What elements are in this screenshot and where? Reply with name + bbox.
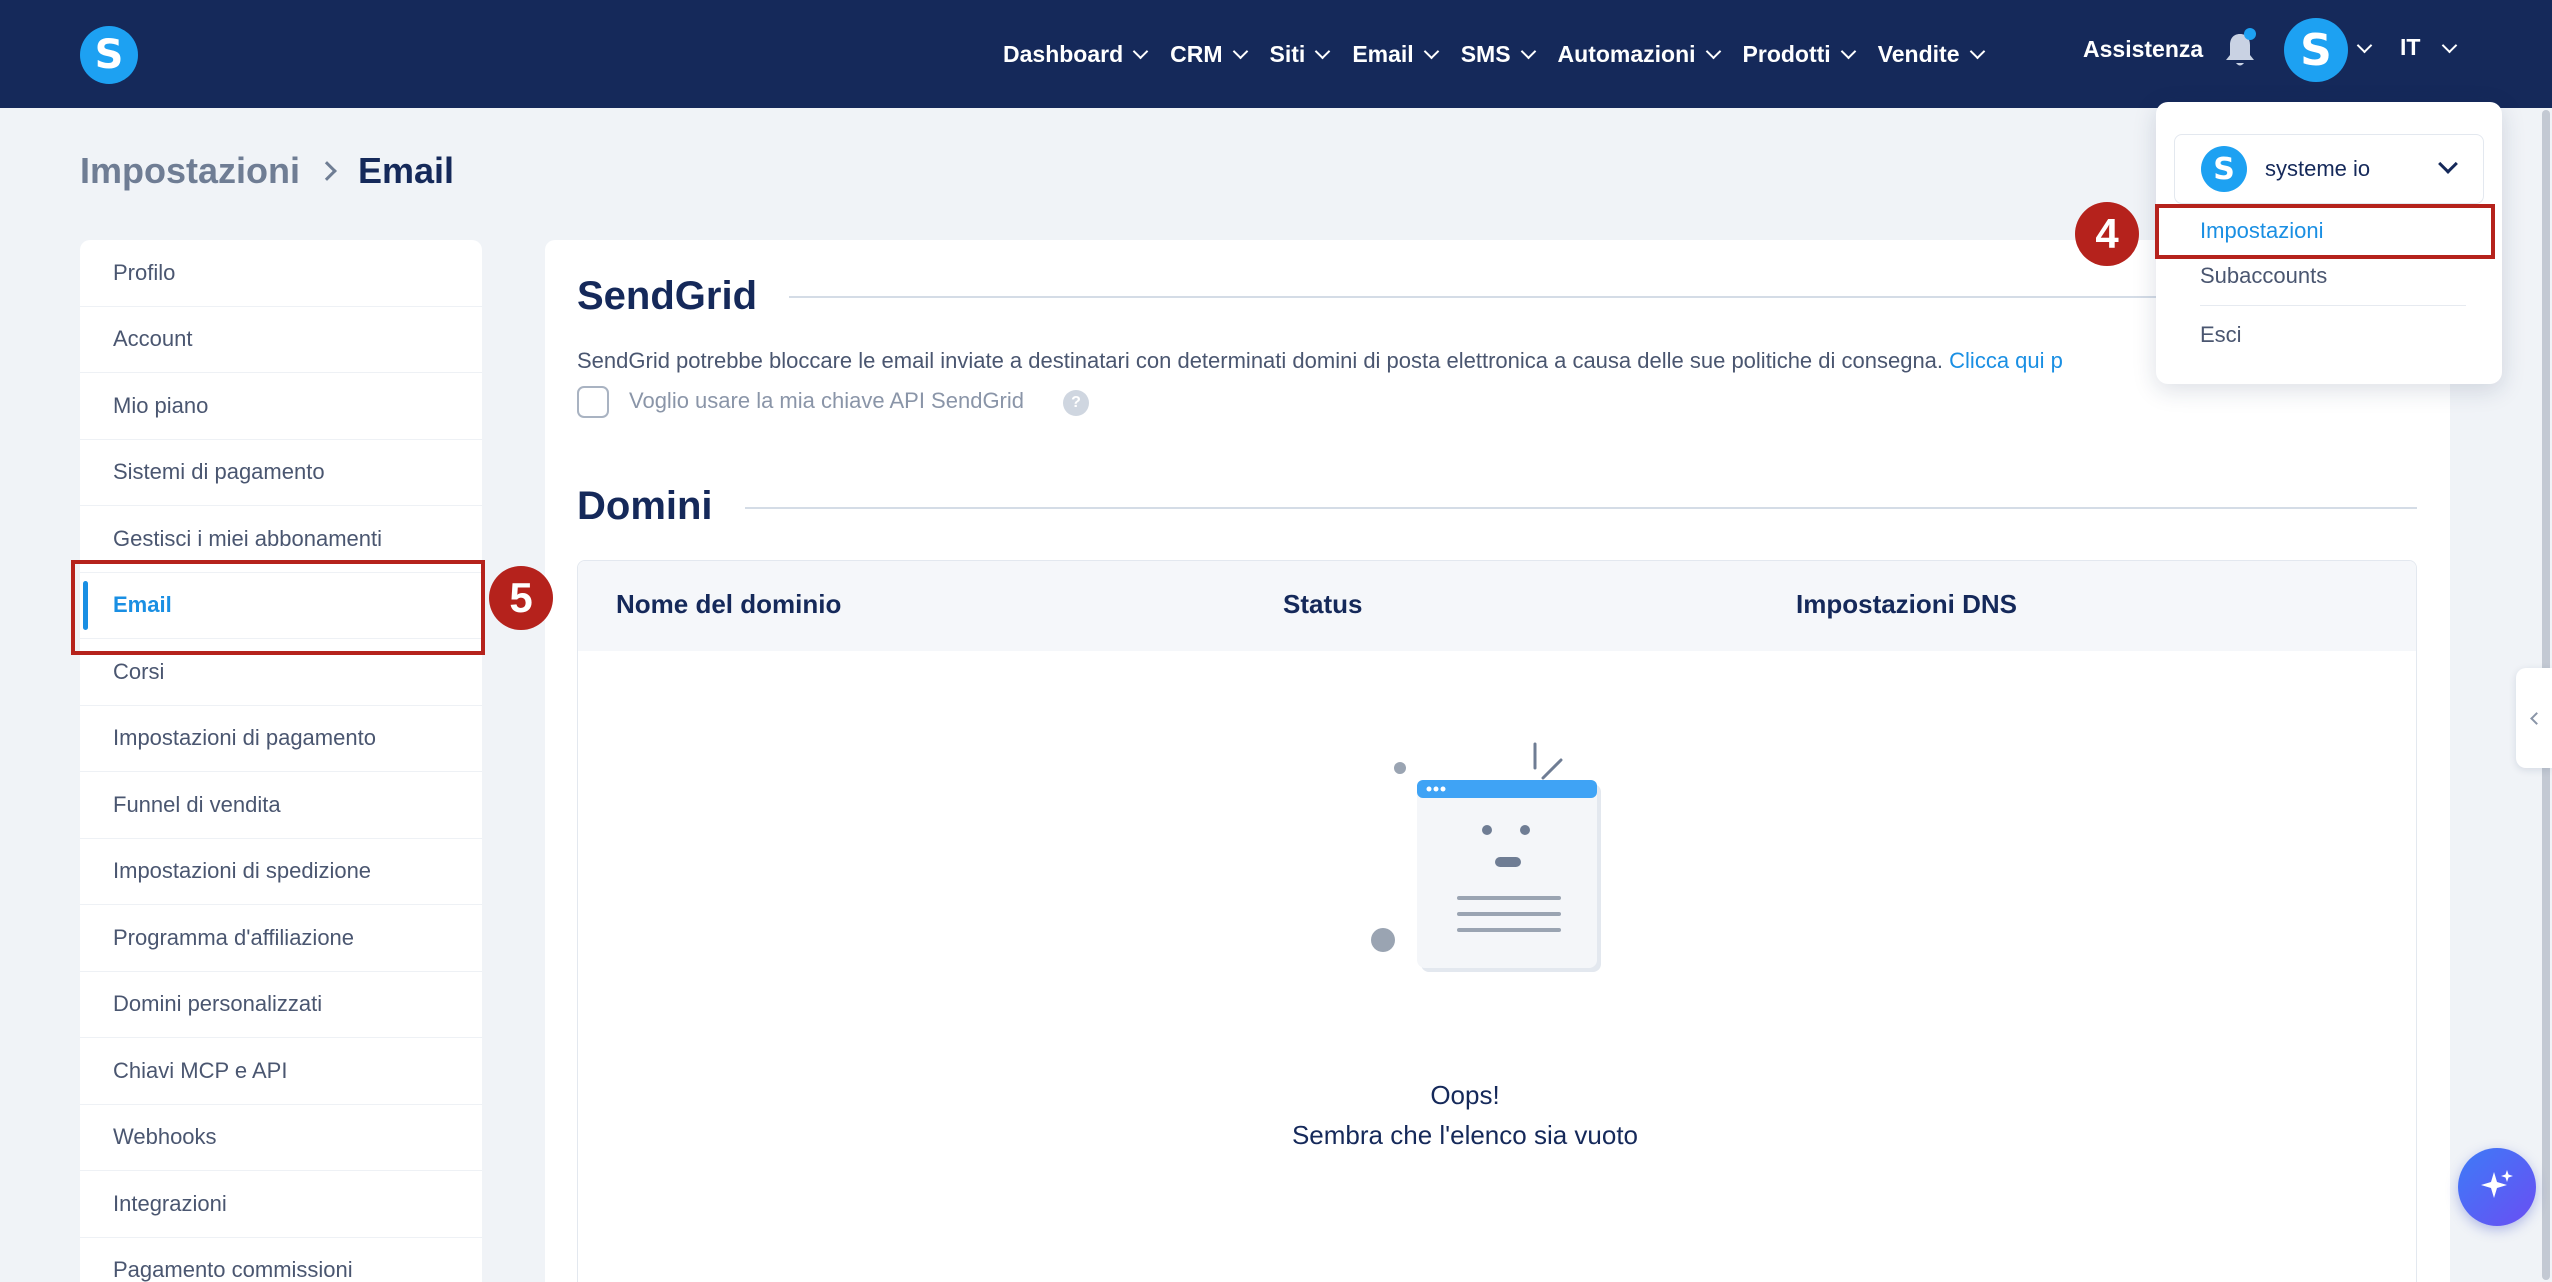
nav-label: CRM xyxy=(1170,40,1223,67)
highlight-email xyxy=(71,560,485,655)
empty-state-title: Oops! xyxy=(1430,1080,1500,1110)
step-badge-4: 4 xyxy=(2075,202,2139,266)
nav-prodotti[interactable]: Prodotti xyxy=(1742,40,1856,68)
sendgrid-more-link[interactable]: Clicca qui p xyxy=(1949,348,2063,373)
account-logo: S xyxy=(2201,146,2247,192)
sidebar-item-affiliazione[interactable]: Programma d'affiliazione xyxy=(80,905,482,972)
sendgrid-api-checkbox-label: Voglio usare la mia chiave API SendGrid xyxy=(629,388,1025,413)
nav-label: Dashboard xyxy=(1003,40,1124,67)
menu-item-subaccounts[interactable]: Subaccounts xyxy=(2200,263,2327,289)
help-icon[interactable]: ? xyxy=(1063,390,1089,416)
sidebar-item-commissioni[interactable]: Pagamento commissioni xyxy=(80,1238,482,1282)
nav-siti[interactable]: Siti xyxy=(1269,40,1331,68)
sidebar-item-account[interactable]: Account xyxy=(80,307,482,373)
sendgrid-description: SendGrid potrebbe bloccare le email invi… xyxy=(577,348,2063,374)
nav-label: SMS xyxy=(1460,40,1511,67)
account-name: systeme io xyxy=(2265,156,2371,181)
empty-state-subtitle: Sembra che l'elenco sia vuoto xyxy=(1291,1120,1639,1150)
nav-dashboard[interactable]: Dashboard xyxy=(1003,40,1149,68)
highlight-impostazioni xyxy=(2155,204,2495,259)
nav-vendite[interactable]: Vendite xyxy=(1877,40,1985,68)
nav-sms[interactable]: SMS xyxy=(1460,40,1536,68)
chevron-down-icon[interactable] xyxy=(2441,37,2458,54)
sidebar-item-spedizione[interactable]: Impostazioni di spedizione xyxy=(80,839,482,905)
menu-divider xyxy=(2200,305,2466,306)
menu-item-esci[interactable]: Esci xyxy=(2200,322,2242,348)
sidebar-item-integrazioni[interactable]: Integrazioni xyxy=(80,1171,482,1238)
nav-label: Email xyxy=(1352,40,1414,67)
chevron-down-icon xyxy=(2438,154,2458,174)
sidebar-item-sistemi-pagamento[interactable]: Sistemi di pagamento xyxy=(80,440,482,506)
breadcrumb: Impostazioni Email xyxy=(80,150,454,192)
account-switcher[interactable]: S systeme io xyxy=(2174,134,2484,204)
user-avatar[interactable]: S xyxy=(2284,18,2348,82)
nav-email[interactable]: Email xyxy=(1352,40,1439,68)
chevron-down-icon[interactable] xyxy=(2356,37,2373,54)
ai-assistant-button[interactable] xyxy=(2458,1148,2536,1226)
sidebar-item-domini[interactable]: Domini personalizzati xyxy=(80,972,482,1038)
breadcrumb-root[interactable]: Impostazioni xyxy=(80,150,300,192)
sidebar-item-funnel[interactable]: Funnel di vendita xyxy=(80,772,482,839)
sendgrid-api-checkbox[interactable] xyxy=(577,386,609,418)
nav-label: Siti xyxy=(1269,40,1306,67)
nav-automazioni[interactable]: Automazioni xyxy=(1557,40,1721,68)
help-link[interactable]: Assistenza xyxy=(2083,0,2203,108)
top-navbar: S Dashboard CRM Siti Email SMS Automazio… xyxy=(0,0,2552,108)
chevron-down-icon xyxy=(1315,43,1331,59)
chevron-down-icon xyxy=(1232,43,1248,59)
chevron-down-icon xyxy=(1423,43,1439,59)
main-nav: Dashboard CRM Siti Email SMS Automazioni… xyxy=(1003,0,2007,108)
sidebar-item-impostazioni-pagamento[interactable]: Impostazioni di pagamento xyxy=(80,706,482,772)
chevron-down-icon xyxy=(1840,43,1856,59)
section-divider xyxy=(745,507,2417,509)
column-header-status: Status xyxy=(1283,589,1363,619)
table-header: Nome del dominio Status Impostazioni DNS xyxy=(578,561,2416,651)
chevron-down-icon xyxy=(1705,43,1721,59)
sidebar-item-profilo[interactable]: Profilo xyxy=(80,240,482,307)
column-header-dns: Impostazioni DNS xyxy=(1796,589,2018,619)
language-selector[interactable]: IT xyxy=(2400,34,2420,61)
notification-dot xyxy=(2244,28,2256,40)
chevron-down-icon xyxy=(1969,43,1985,59)
breadcrumb-current: Email xyxy=(358,150,455,191)
empty-list-illustration xyxy=(1371,742,1601,972)
sidebar-item-webhooks[interactable]: Webhooks xyxy=(80,1105,482,1171)
systeme-logo[interactable]: S xyxy=(80,26,138,84)
email-settings-panel: SendGrid SendGrid potrebbe bloccare le e… xyxy=(545,240,2450,1282)
settings-sidebar: Profilo Account Mio piano Sistemi di pag… xyxy=(80,240,482,1282)
chevron-down-icon xyxy=(1520,43,1536,59)
step-badge-5: 5 xyxy=(489,566,553,630)
nav-label: Vendite xyxy=(1877,40,1960,67)
chevron-down-icon xyxy=(1132,43,1149,59)
sidebar-item-mio-piano[interactable]: Mio piano xyxy=(80,373,482,440)
sendgrid-title: SendGrid xyxy=(577,274,758,318)
sparkle-icon xyxy=(2481,1170,2513,1198)
nav-label: Prodotti xyxy=(1742,40,1831,67)
nav-crm[interactable]: CRM xyxy=(1170,40,1248,68)
column-header-domain: Nome del dominio xyxy=(616,589,842,619)
chevron-left-icon xyxy=(2529,711,2543,725)
chevron-right-icon xyxy=(317,161,337,181)
sidebar-item-chiavi-api[interactable]: Chiavi MCP e API xyxy=(80,1038,482,1105)
domains-title: Domini xyxy=(577,484,713,528)
nav-label: Automazioni xyxy=(1557,40,1696,67)
sendgrid-description-text: SendGrid potrebbe bloccare le email invi… xyxy=(577,348,1944,373)
collapse-panel-tab[interactable] xyxy=(2516,668,2552,768)
